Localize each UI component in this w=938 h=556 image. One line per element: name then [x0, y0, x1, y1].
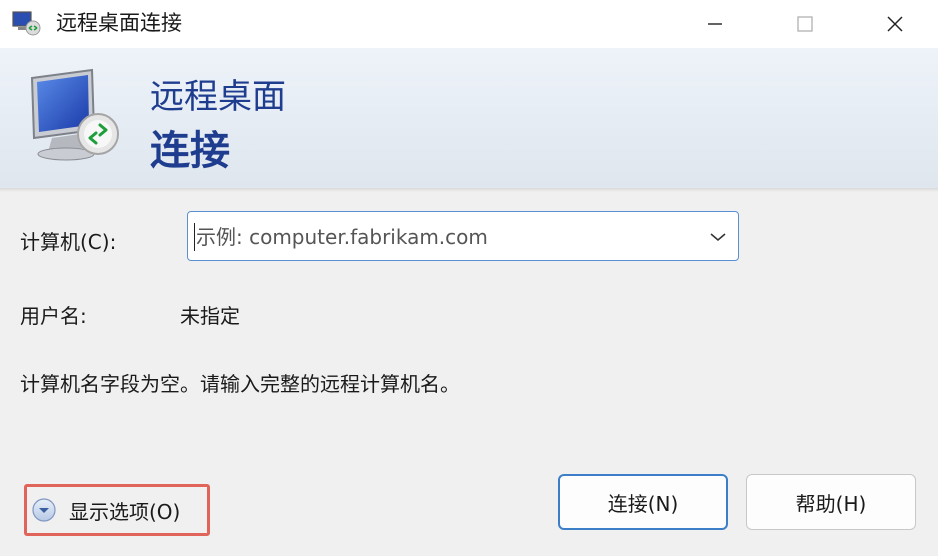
username-label: 用户名:: [20, 304, 87, 328]
close-button[interactable]: [860, 0, 930, 48]
maximize-icon: [797, 16, 813, 32]
expand-options-icon: [32, 498, 56, 522]
username-value: 未指定: [180, 304, 240, 328]
minimize-button[interactable]: [680, 0, 750, 48]
remote-desktop-monitor-icon: [30, 68, 119, 161]
banner-title-line2: 连接: [150, 128, 230, 174]
remote-desktop-app-icon: [12, 11, 41, 36]
computer-dropdown-button[interactable]: [706, 226, 730, 248]
computer-label: 计算机(C):: [20, 230, 117, 254]
status-message: 计算机名字段为空。请输入完整的远程计算机名。: [20, 372, 460, 396]
title-bar: 远程桌面连接: [0, 0, 938, 48]
window-title: 远程桌面连接: [56, 11, 182, 35]
maximize-button[interactable]: [770, 0, 840, 48]
text-caret: [194, 223, 195, 251]
show-options-label: 显示选项(O): [69, 499, 181, 524]
computer-combobox[interactable]: [187, 211, 739, 261]
show-options-button[interactable]: 显示选项(O): [24, 484, 210, 536]
minimize-icon: [708, 23, 722, 25]
header-banner: 远程桌面 连接: [0, 48, 938, 192]
chevron-down-icon: [710, 233, 726, 242]
connect-button[interactable]: 连接(N): [558, 474, 728, 530]
help-button[interactable]: 帮助(H): [746, 474, 916, 530]
banner-title-line1: 远程桌面: [150, 77, 286, 117]
close-icon: [887, 16, 903, 32]
computer-input[interactable]: [194, 220, 698, 254]
